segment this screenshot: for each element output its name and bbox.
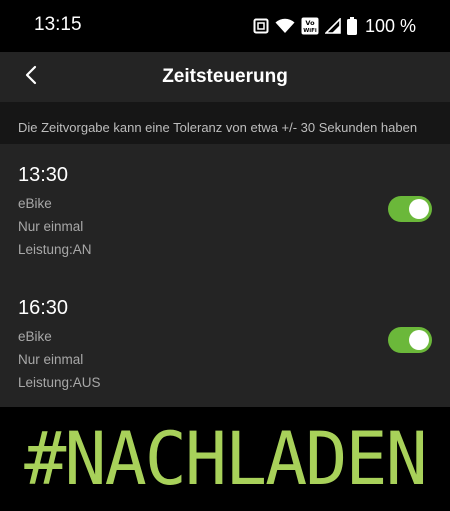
wifi-icon [275,18,295,34]
vowifi-label-wifi: WiFi [303,28,317,34]
schedule-device: eBike [18,196,52,211]
page-title: Zeitsteuerung [162,66,288,87]
tolerance-info-text: Die Zeitvorgabe kann eine Toleranz von e… [18,120,418,135]
battery-level: 100 % [364,15,416,36]
schedule-time: 16:30 [18,297,69,319]
status-time: 13:15 [34,14,82,35]
toggle-knob [409,199,429,219]
info-strip: Die Zeitvorgabe kann eine Toleranz von e… [0,102,450,144]
status-icons: Vo WiFi 100 % [253,15,416,37]
hashtag-text: #NACHLADEN [24,415,427,503]
signal-icon [324,18,341,34]
schedule-device: eBike [18,329,52,344]
toggle-knob [409,330,429,350]
schedule-time: 13:30 [18,164,69,186]
status-bar: 13:15 Vo WiFi 100 % [0,0,450,52]
battery-icon [346,17,357,35]
schedule-power: Leistung:AUS [18,375,101,390]
vowifi-icon: Vo WiFi [301,17,319,35]
schedule-item[interactable]: 13:30 eBike Nur einmal Leistung:AN [0,144,450,277]
schedule-enable-toggle[interactable] [388,196,432,222]
vowifi-label-vo: Vo [305,19,315,27]
schedule-power: Leistung:AN [18,242,92,257]
schedule-enable-toggle[interactable] [388,327,432,353]
schedule-repeat: Nur einmal [18,352,84,367]
schedule-item[interactable]: 16:30 eBike Nur einmal Leistung:AUS [0,277,450,407]
hashtag-banner: #NACHLADEN [0,407,450,511]
schedule-repeat: Nur einmal [18,219,84,234]
app-bar: Zeitsteuerung [0,52,450,102]
nfc-icon [253,18,269,34]
